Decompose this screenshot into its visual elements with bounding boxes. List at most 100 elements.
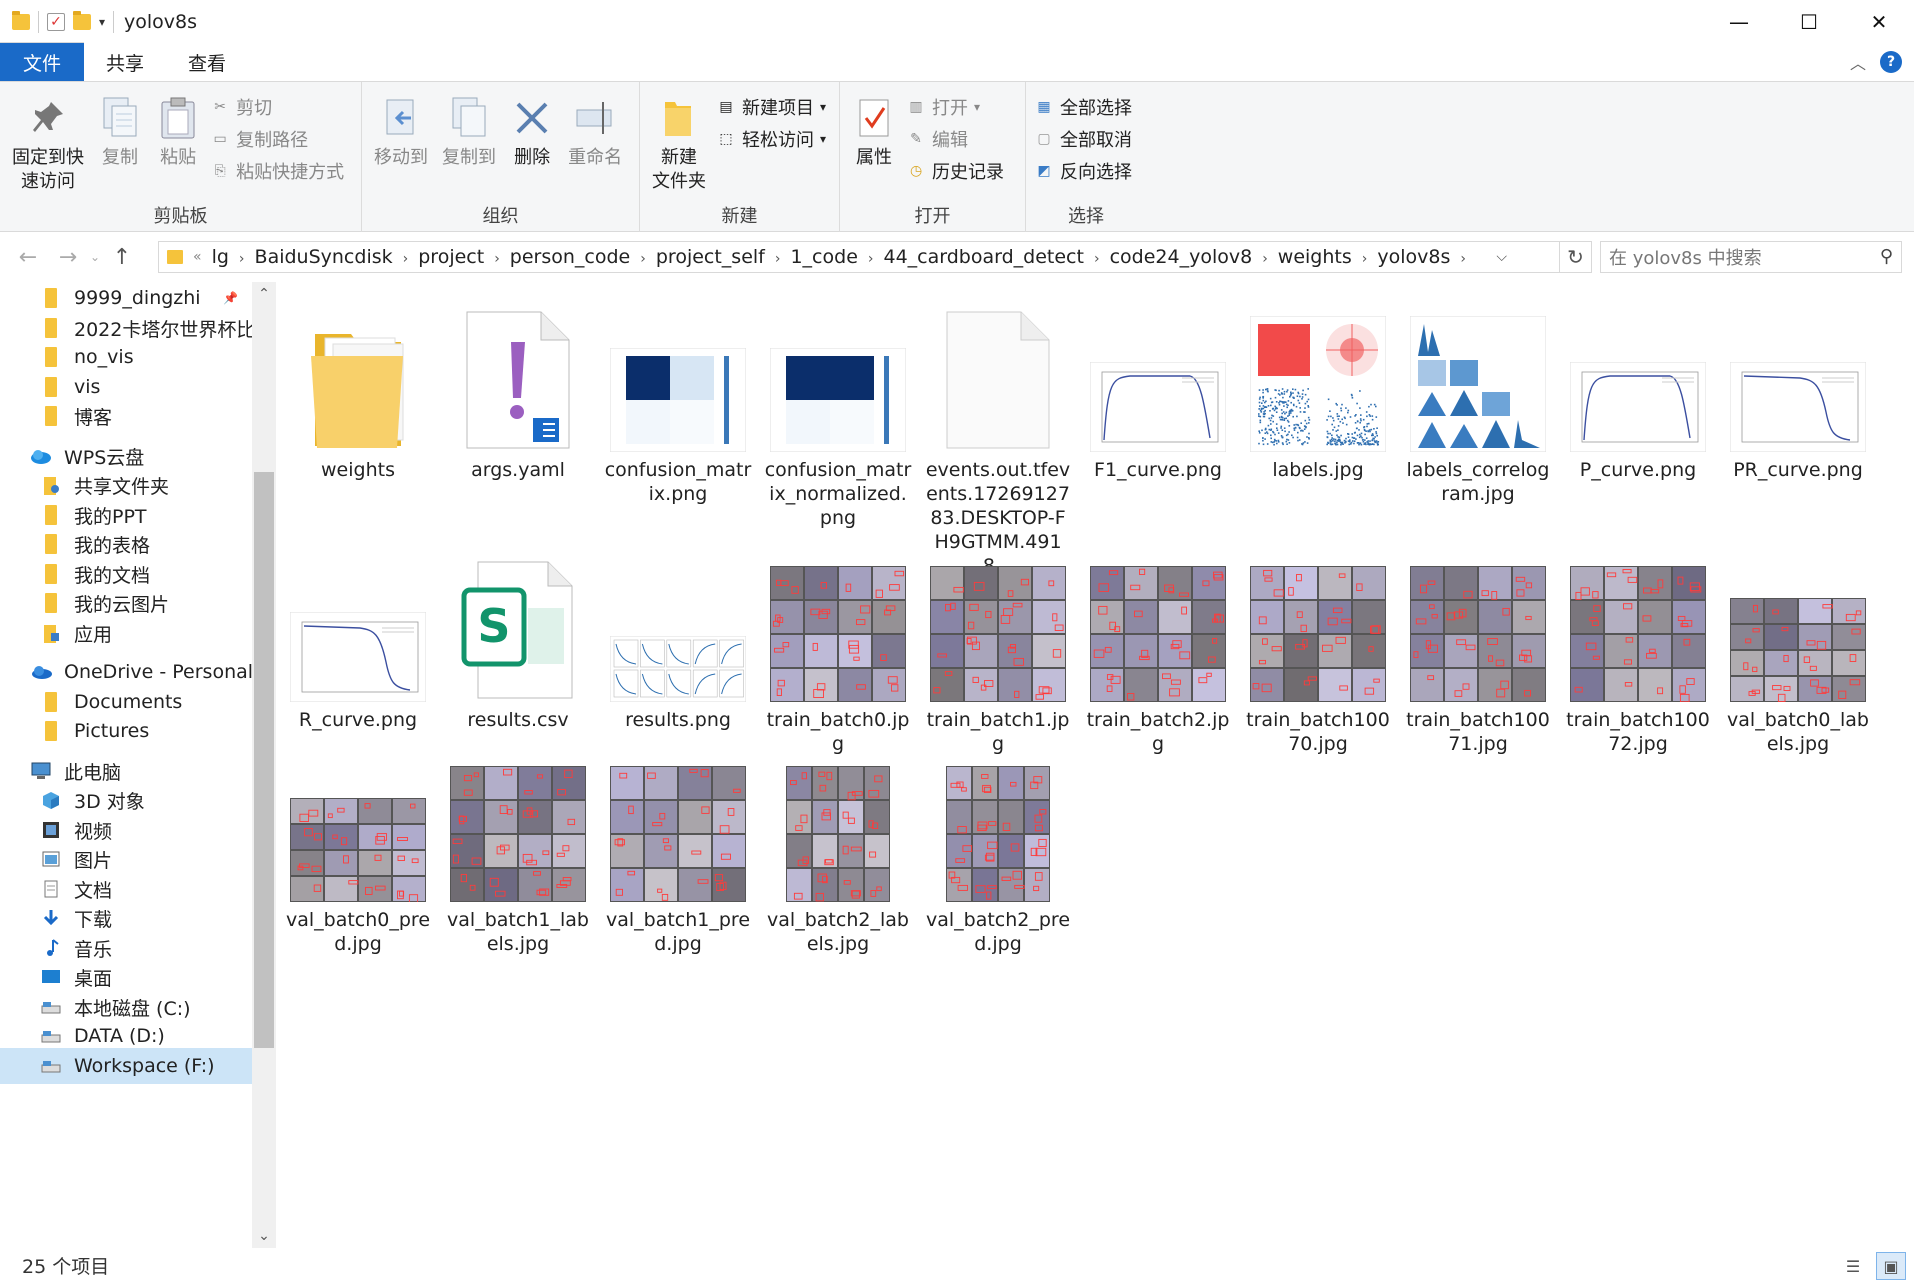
pin-to-quick-access-button[interactable]: 固定到快 速访问 — [8, 88, 88, 196]
copy-path-label: 复制路径 — [236, 130, 309, 151]
new-folder-icon[interactable] — [73, 11, 91, 30]
breadcrumb-item[interactable]: project_self — [656, 246, 765, 268]
breadcrumb-separator-icon[interactable]: › — [239, 251, 245, 267]
file-item[interactable]: val_batch2_pred.jpg — [924, 752, 1072, 956]
breadcrumb-separator-icon[interactable]: › — [868, 251, 874, 267]
search-icon[interactable]: ⚲ — [1880, 246, 1893, 267]
file-item[interactable]: labels.jpg — [1244, 302, 1392, 482]
scroll-up-icon[interactable]: ⌃ — [252, 286, 276, 302]
sidebar-item[interactable]: 应用 — [0, 615, 252, 651]
select-all-button[interactable]: ▦ 全部选择 — [1034, 94, 1132, 120]
tab-file[interactable]: 文件 — [0, 43, 84, 81]
file-item[interactable]: train_batch10070.jpg — [1244, 552, 1392, 756]
close-button[interactable]: ✕ — [1844, 0, 1914, 44]
breadcrumb-item[interactable]: yolov8s — [1377, 246, 1450, 268]
file-item[interactable]: train_batch0.jpg — [764, 552, 912, 756]
file-item[interactable]: R_curve.png — [284, 552, 432, 732]
breadcrumb-separator-icon[interactable]: › — [1262, 251, 1268, 267]
help-icon[interactable]: ? — [1880, 51, 1902, 73]
paste-shortcut-button[interactable]: ⎘ 粘贴快捷方式 — [210, 158, 345, 184]
breadcrumb-item[interactable]: 44_cardboard_detect — [884, 246, 1084, 268]
file-item[interactable]: Sresults.csv — [444, 552, 592, 732]
easy-access-button[interactable]: ⬚ 轻松访问 ▾ — [716, 126, 826, 152]
breadcrumb-item[interactable]: lg — [212, 246, 229, 268]
copy-path-button[interactable]: ▭ 复制路径 — [210, 126, 344, 152]
file-item[interactable]: results.png — [604, 552, 752, 732]
maximize-button[interactable]: ☐ — [1774, 0, 1844, 44]
edit-button[interactable]: ✎ 编辑 — [906, 126, 1004, 152]
up-arrow-icon[interactable]: ↑ — [102, 245, 142, 270]
search-input[interactable]: 在 yolov8s 中搜索 ⚲ — [1600, 241, 1902, 273]
delete-button[interactable]: 删除 — [506, 88, 558, 172]
file-item[interactable]: P_curve.png — [1564, 302, 1712, 482]
file-item[interactable]: confusion_matrix_normalized.png — [764, 302, 912, 530]
breadcrumb-separator-icon[interactable]: › — [494, 251, 500, 267]
new-item-button[interactable]: ▤ 新建项目 ▾ — [716, 94, 826, 120]
file-item[interactable]: train_batch10072.jpg — [1564, 552, 1712, 756]
cut-button[interactable]: ✂ 剪切 — [210, 94, 344, 120]
forward-arrow-icon[interactable]: → — [48, 245, 88, 270]
file-item[interactable]: PR_curve.png — [1724, 302, 1872, 482]
properties-button[interactable]: 属性 — [848, 88, 900, 172]
sidebar-item[interactable]: 博客 — [0, 398, 252, 434]
scrollbar-thumb[interactable] — [254, 472, 274, 1048]
breadcrumb-item[interactable]: person_code — [510, 246, 630, 268]
sidebar-item[interactable]: Pictures — [0, 713, 252, 749]
file-item[interactable]: val_batch0_labels.jpg — [1724, 552, 1872, 756]
breadcrumb-item[interactable]: 1_code — [790, 246, 857, 268]
customize-toolbar-dropdown-icon[interactable]: ▾ — [99, 15, 105, 29]
scroll-down-icon[interactable]: ⌄ — [252, 1228, 276, 1244]
invert-selection-button[interactable]: ◩ 反向选择 — [1034, 158, 1132, 184]
collapse-ribbon-icon[interactable]: ︿ — [1850, 50, 1866, 74]
breadcrumb-separator-icon[interactable]: › — [775, 251, 781, 267]
breadcrumb-separator-icon[interactable]: › — [403, 251, 409, 267]
breadcrumb-separator-icon[interactable]: › — [1094, 251, 1100, 267]
file-item[interactable]: confusion_matrix.png — [604, 302, 752, 506]
tab-share[interactable]: 共享 — [84, 43, 166, 81]
address-bar[interactable]: « lg › BaiduSyncdisk › project › person_code › p… — [158, 241, 1560, 273]
breadcrumb-item[interactable]: weights — [1278, 246, 1352, 268]
open-button[interactable]: ▥ 打开 ▾ — [906, 94, 1004, 120]
select-none-button[interactable]: ▢ 全部取消 — [1034, 126, 1132, 152]
sidebar-item-label: 3D 对象 — [74, 790, 145, 813]
minimize-button[interactable]: — — [1704, 0, 1774, 44]
address-dropdown-icon[interactable]: ⌵ — [1496, 249, 1507, 265]
file-item[interactable]: labels_correlogram.jpg — [1404, 302, 1552, 506]
sidebar-item[interactable]: Workspace (F:) — [0, 1048, 252, 1084]
copy-to-button[interactable]: 复制到 — [438, 88, 500, 172]
sidebar-scrollbar[interactable]: ⌃ ⌄ — [252, 282, 276, 1248]
large-icons-view-icon[interactable]: ▣ — [1876, 1252, 1906, 1280]
breadcrumb-item[interactable]: code24_yolov8 — [1110, 246, 1253, 268]
file-item[interactable]: events.out.tfevents.1726912783.DESKTOP-F… — [924, 302, 1072, 578]
file-item[interactable]: args.yaml — [444, 302, 592, 482]
breadcrumb-separator-icon[interactable]: › — [1362, 251, 1368, 267]
folder-icon — [12, 11, 30, 30]
new-folder-button[interactable]: 新建 文件夹 — [648, 88, 710, 196]
file-item[interactable]: train_batch10071.jpg — [1404, 552, 1552, 756]
history-button[interactable]: ◷ 历史记录 — [906, 158, 1004, 184]
recent-locations-chevron-icon[interactable]: ⌄ — [88, 250, 102, 264]
details-view-icon[interactable]: ☰ — [1838, 1252, 1868, 1280]
move-to-button[interactable]: 移动到 — [370, 88, 432, 172]
file-item[interactable]: val_batch1_pred.jpg — [604, 752, 752, 956]
file-item[interactable]: val_batch1_labels.jpg — [444, 752, 592, 956]
properties-check-icon[interactable]: ✓ — [47, 13, 65, 31]
breadcrumb-separator-icon[interactable]: › — [1460, 251, 1466, 267]
refresh-icon[interactable]: ↻ — [1560, 241, 1592, 273]
address-overflow[interactable]: « — [193, 249, 202, 265]
paste-button[interactable]: 粘贴 — [152, 88, 204, 172]
file-item[interactable]: weights — [284, 302, 432, 482]
select-all-label: 全部选择 — [1060, 98, 1132, 119]
file-item[interactable]: train_batch1.jpg — [924, 552, 1072, 756]
back-arrow-icon[interactable]: ← — [8, 245, 48, 270]
breadcrumb-item[interactable]: BaiduSyncdisk — [255, 246, 393, 268]
file-item[interactable]: val_batch2_labels.jpg — [764, 752, 912, 956]
breadcrumb-separator-icon[interactable]: › — [640, 251, 646, 267]
copy-button[interactable]: 复制 — [94, 88, 146, 172]
breadcrumb-item[interactable]: project — [418, 246, 484, 268]
rename-button[interactable]: 重命名 — [564, 88, 626, 172]
file-item[interactable]: val_batch0_pred.jpg — [284, 752, 432, 956]
tab-view[interactable]: 查看 — [166, 43, 248, 81]
file-item[interactable]: F1_curve.png — [1084, 302, 1232, 482]
file-item[interactable]: train_batch2.jpg — [1084, 552, 1232, 756]
